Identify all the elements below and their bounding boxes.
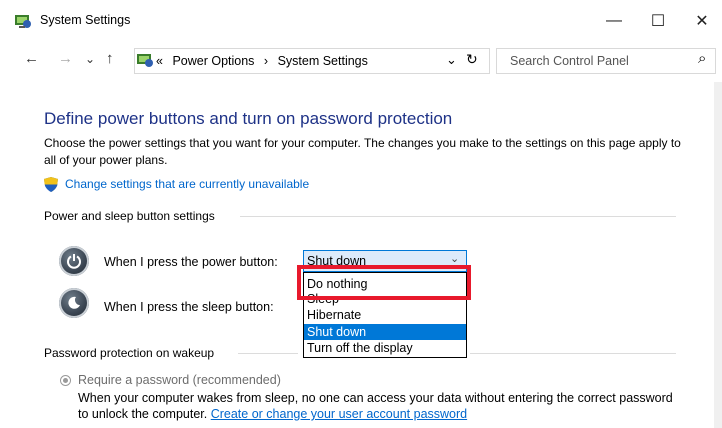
section-divider: [240, 216, 676, 217]
wake-description: When your computer wakes from sleep, no …: [78, 390, 678, 422]
search-input[interactable]: Search Control Panel: [510, 54, 629, 68]
highlight-box: [297, 265, 471, 300]
page-description: Choose the power settings that you want …: [44, 136, 681, 167]
require-password-label: Require a password (recommended): [78, 373, 281, 387]
password-section-label: Password protection on wakeup: [44, 346, 215, 360]
require-password-radio[interactable]: [60, 375, 71, 386]
forward-arrow-icon[interactable]: →: [58, 50, 73, 67]
minimize-button[interactable]: —: [596, 8, 632, 34]
power-section-label: Power and sleep button settings: [44, 209, 215, 223]
create-password-link[interactable]: Create or change your user account passw…: [211, 407, 467, 421]
breadcrumb-power-options[interactable]: Power Options: [172, 54, 254, 68]
breadcrumb-overflow[interactable]: «: [156, 54, 163, 68]
dropdown-option-hibernate[interactable]: Hibernate: [304, 307, 466, 323]
vertical-scrollbar[interactable]: [714, 82, 722, 428]
maximize-button[interactable]: ☐: [640, 8, 676, 34]
change-settings-link[interactable]: Change settings that are currently unava…: [65, 177, 309, 191]
sleep-button-label: When I press the sleep button:: [104, 300, 274, 314]
breadcrumb-separator[interactable]: ›: [264, 54, 268, 68]
power-button-icon: [59, 246, 89, 276]
breadcrumb-system-settings[interactable]: System Settings: [278, 54, 368, 68]
chevron-down-icon: ⌄: [450, 253, 460, 265]
sleep-button-icon: [59, 288, 89, 318]
section-divider: [470, 353, 676, 354]
control-panel-icon: [14, 13, 32, 29]
refresh-icon[interactable]: ↻: [466, 51, 478, 68]
recent-locations-icon[interactable]: ⌄: [85, 52, 95, 66]
dropdown-option-shut-down[interactable]: Shut down: [304, 324, 466, 340]
address-dropdown-icon[interactable]: ⌄: [446, 52, 457, 68]
control-panel-icon: [136, 52, 154, 71]
window-title: System Settings: [40, 13, 131, 27]
shield-icon: [44, 177, 58, 195]
page-title: Define power buttons and turn on passwor…: [44, 109, 453, 128]
breadcrumb: « Power Options › System Settings: [156, 54, 368, 68]
section-divider: [238, 353, 298, 354]
close-button[interactable]: ✕: [684, 8, 720, 34]
search-icon[interactable]: ⌕: [698, 50, 706, 67]
back-arrow-icon[interactable]: ←: [24, 50, 39, 67]
up-arrow-icon[interactable]: ↑: [106, 50, 114, 67]
dropdown-option-turn-off-display[interactable]: Turn off the display: [304, 340, 466, 356]
power-button-label: When I press the power button:: [104, 255, 278, 269]
